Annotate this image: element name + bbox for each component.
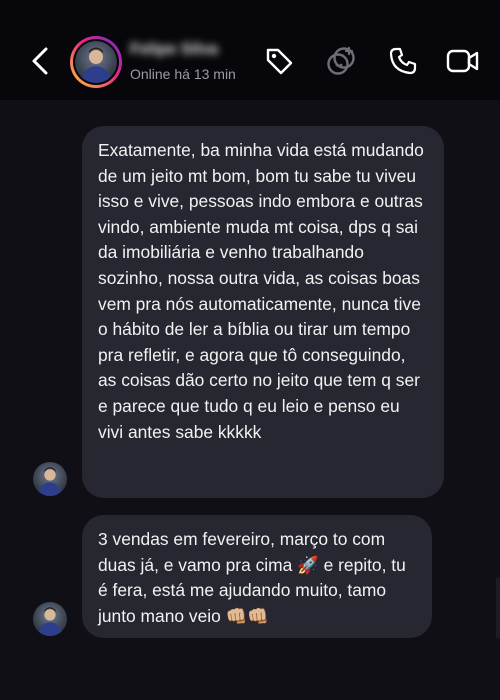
message-bubble[interactable]: Exatamente, ba minha vida está mudando d… [82, 126, 444, 498]
scrollbar[interactable] [496, 578, 500, 638]
message-bubble[interactable]: 3 vendas em fevereiro, março to com duas… [82, 515, 432, 638]
phone-icon [389, 47, 417, 75]
video-icon [446, 49, 479, 73]
sender-avatar[interactable] [33, 602, 67, 636]
contact-avatar[interactable] [70, 36, 122, 88]
effects-button[interactable] [324, 44, 358, 78]
contact-name[interactable]: Felipe Silva [130, 41, 218, 59]
sender-avatar[interactable] [33, 462, 67, 496]
online-status: Online há 13 min [130, 66, 236, 82]
voice-call-button[interactable] [386, 44, 420, 78]
avatar-photo [75, 41, 117, 83]
chevron-left-icon [32, 47, 48, 75]
video-call-button[interactable] [446, 44, 480, 78]
chat-header: Felipe Silva Online há 13 min [0, 0, 500, 100]
effects-icon [327, 46, 355, 75]
tag-button[interactable] [262, 44, 296, 78]
back-button[interactable] [24, 42, 56, 80]
tag-icon [266, 48, 293, 75]
